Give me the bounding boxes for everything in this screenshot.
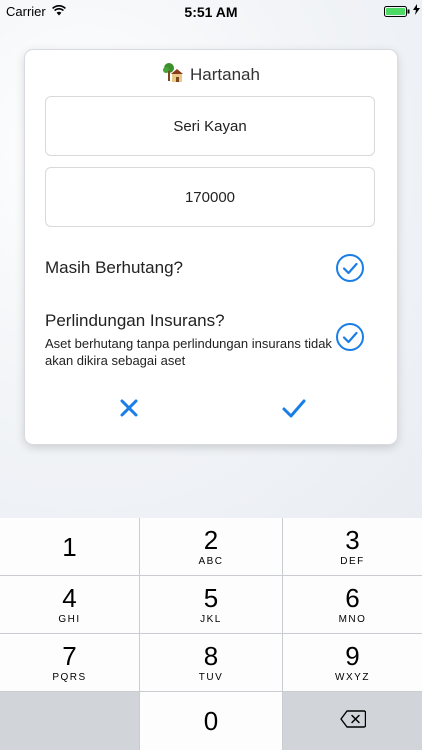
insurance-note: Aset berhutang tanpa perlindungan insura… bbox=[45, 336, 332, 368]
amount-field[interactable]: 170000 bbox=[45, 167, 375, 227]
key-1[interactable]: 1 bbox=[0, 518, 139, 575]
house-tree-icon bbox=[162, 62, 184, 89]
key-number: 3 bbox=[345, 525, 360, 555]
key-number: 1 bbox=[62, 531, 77, 562]
key-letters: GHI bbox=[58, 614, 81, 625]
battery-icon bbox=[384, 5, 410, 17]
delete-key[interactable] bbox=[283, 692, 422, 750]
key-blank bbox=[0, 692, 139, 750]
dialog-title-text: Hartanah bbox=[190, 64, 260, 84]
key-number: 2 bbox=[203, 525, 219, 555]
key-9[interactable]: 9 WXYZ bbox=[283, 634, 422, 691]
key-number: 0 bbox=[203, 706, 219, 736]
key-5[interactable]: 5 JKL bbox=[140, 576, 282, 633]
key-2[interactable]: 2 ABC bbox=[140, 518, 282, 575]
debt-question-label: Masih Berhutang? bbox=[45, 258, 183, 277]
close-icon[interactable] bbox=[118, 397, 140, 419]
key-letters: PQRS bbox=[52, 672, 87, 683]
key-letters: ABC bbox=[198, 556, 224, 567]
key-4[interactable]: 4 GHI bbox=[0, 576, 139, 633]
key-0[interactable]: 0 bbox=[140, 692, 282, 750]
key-letters: TUV bbox=[198, 672, 224, 683]
insurance-check-icon[interactable] bbox=[335, 322, 365, 352]
status-time: 5:51 AM bbox=[184, 4, 238, 20]
key-letters: DEF bbox=[340, 556, 365, 567]
key-number: 9 bbox=[345, 641, 360, 671]
key-letters: MNO bbox=[338, 614, 367, 625]
checkmark-icon[interactable] bbox=[281, 397, 307, 419]
key-number: 5 bbox=[203, 583, 219, 613]
key-3[interactable]: 3 DEF bbox=[283, 518, 422, 575]
key-7[interactable]: 7 PQRS bbox=[0, 634, 139, 691]
key-number: 7 bbox=[62, 641, 77, 671]
charging-icon bbox=[413, 3, 420, 18]
numeric-keypad: 1 2 ABC 3 DEF 4 GHI 5 JKL 6 MNO 7 PQRS 8… bbox=[0, 518, 422, 750]
insurance-question-label: Perlindungan Insurans? bbox=[45, 311, 225, 330]
dialog-title: Hartanah bbox=[25, 62, 397, 89]
name-field[interactable]: Seri Kayan bbox=[45, 96, 375, 156]
key-number: 8 bbox=[203, 641, 219, 671]
status-bar: Carrier 5:51 AM bbox=[0, 0, 422, 24]
key-6[interactable]: 6 MNO bbox=[283, 576, 422, 633]
key-8[interactable]: 8 TUV bbox=[140, 634, 282, 691]
key-number: 6 bbox=[345, 583, 360, 613]
property-dialog: Hartanah Seri Kayan 170000 Masih Berhuta… bbox=[25, 50, 397, 444]
backspace-icon bbox=[339, 709, 366, 733]
key-letters: JKL bbox=[200, 614, 222, 625]
key-letters: WXYZ bbox=[335, 672, 370, 683]
key-number: 4 bbox=[62, 583, 77, 613]
debt-check-icon[interactable] bbox=[335, 253, 365, 283]
